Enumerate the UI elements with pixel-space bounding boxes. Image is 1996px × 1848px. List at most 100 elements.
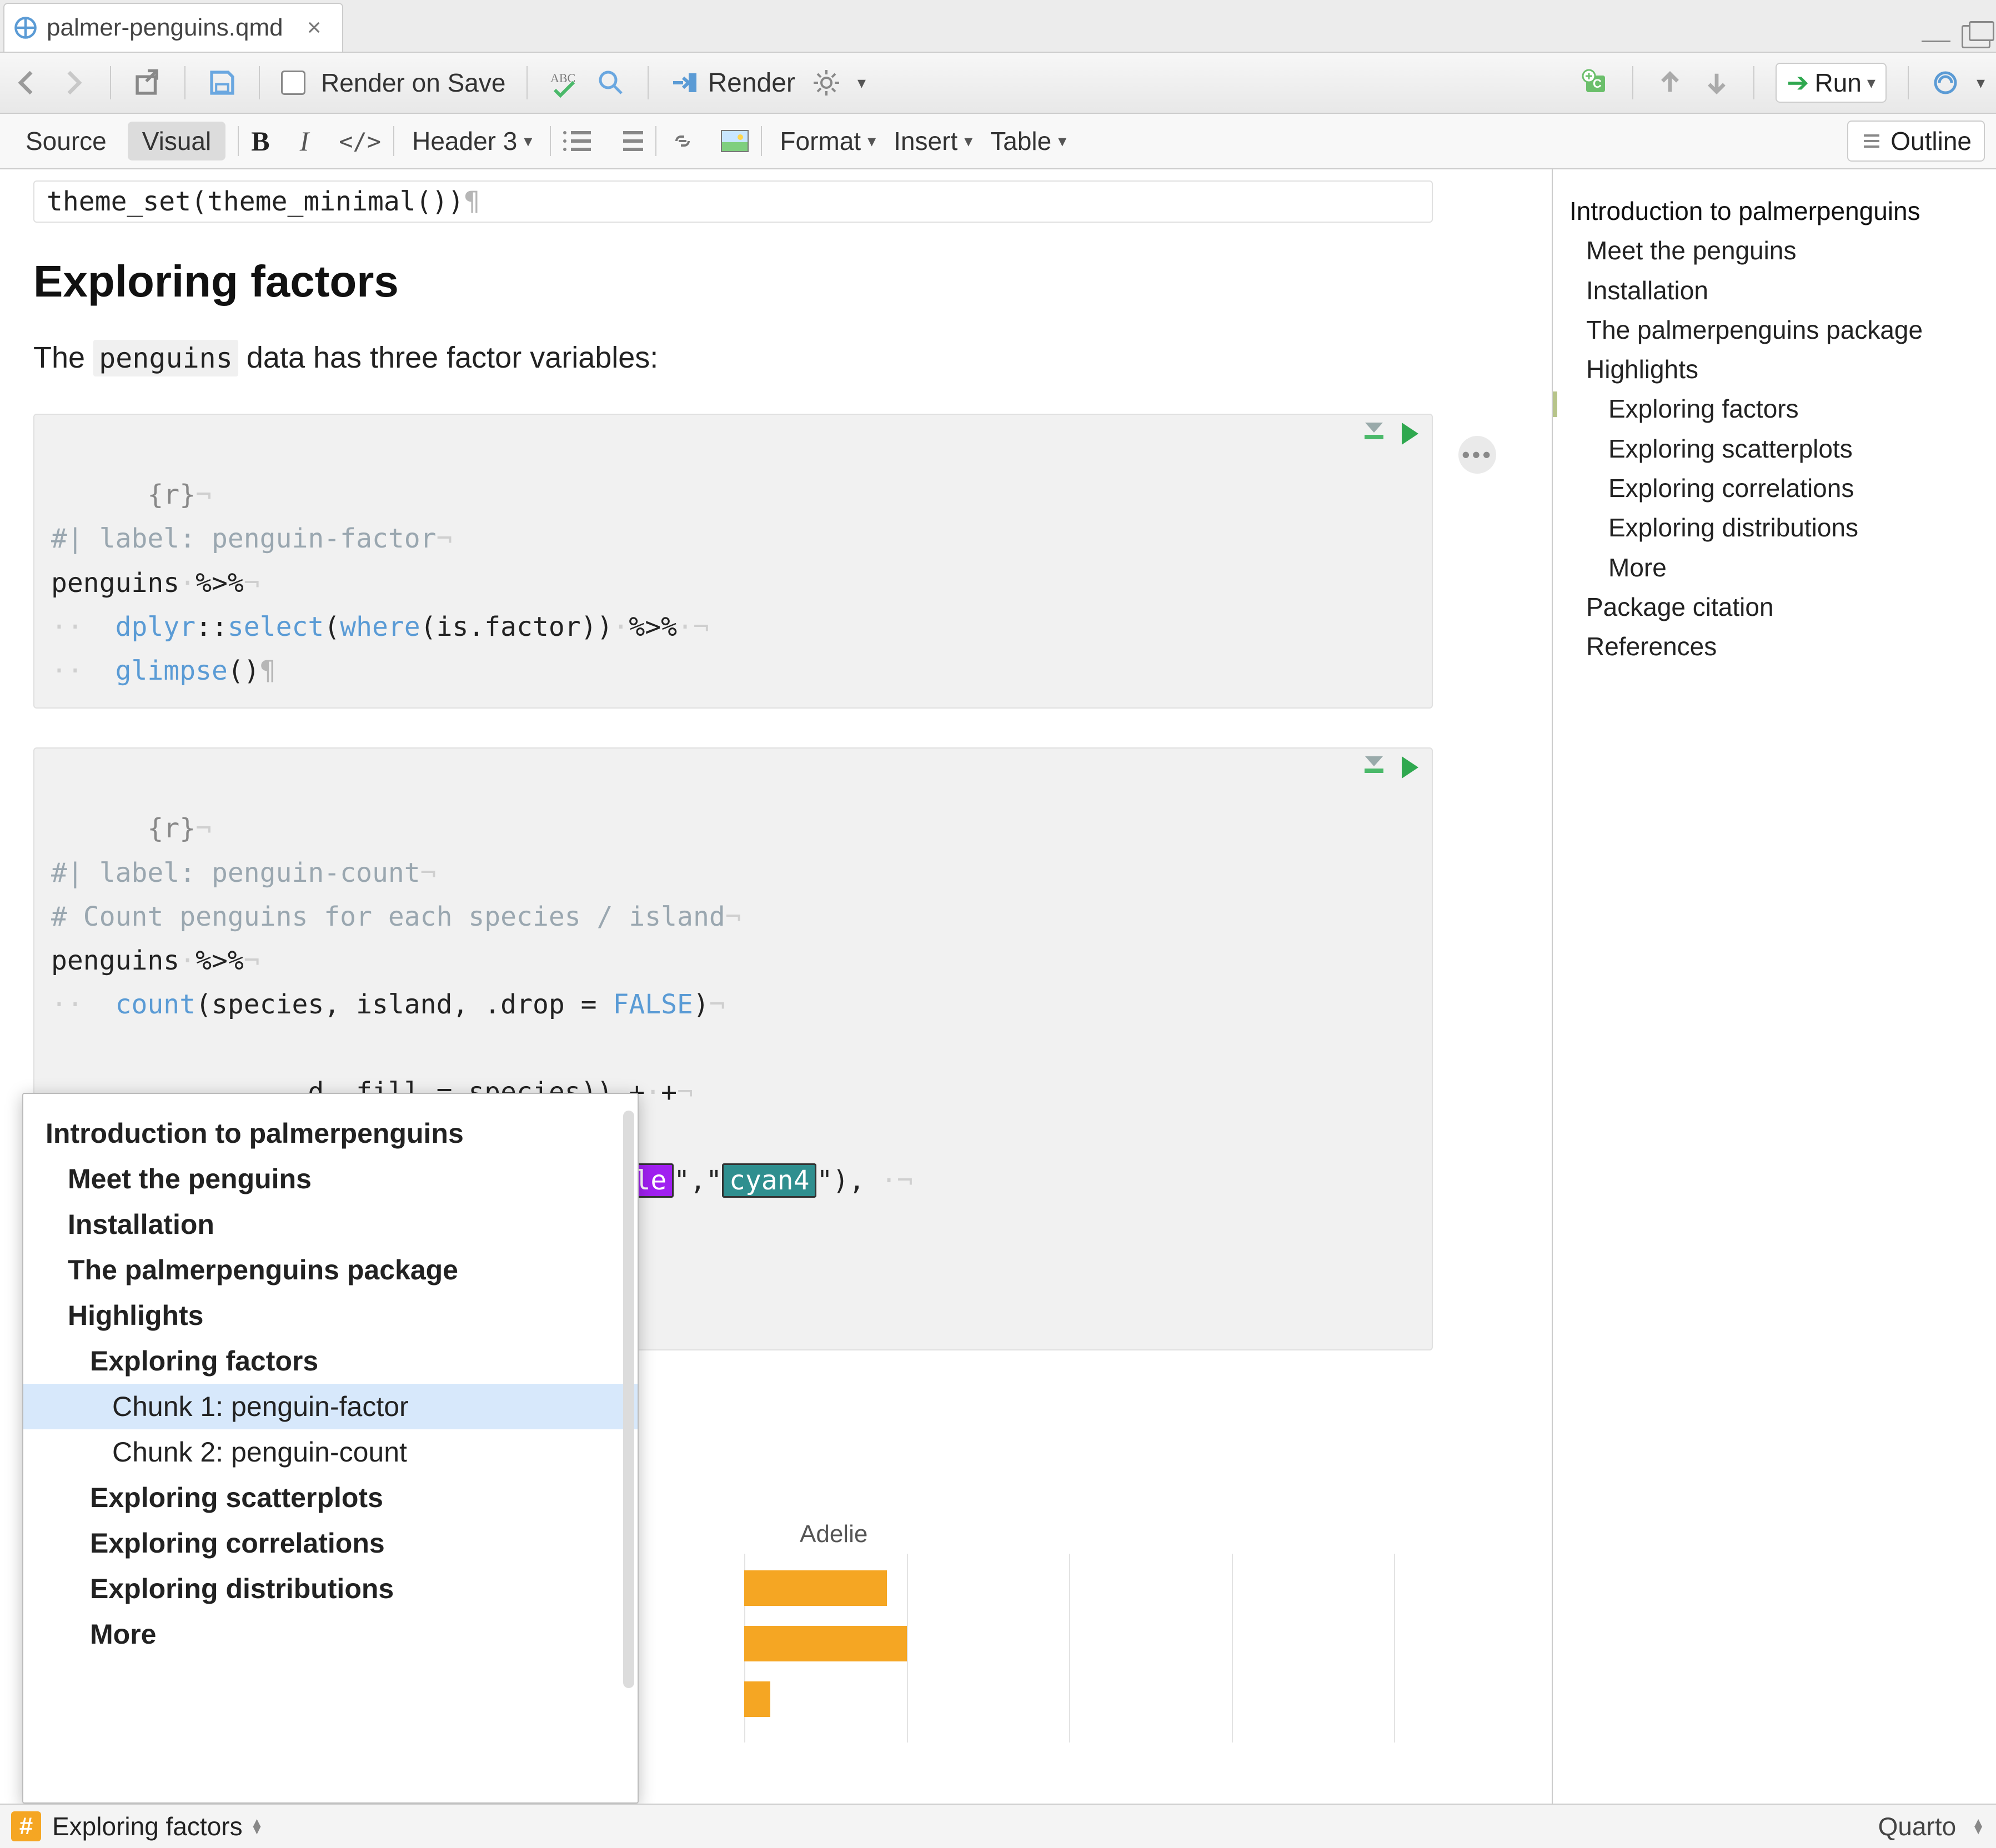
outline-toggle-button[interactable]: Outline bbox=[1847, 120, 1985, 162]
status-engine-label[interactable]: Quarto bbox=[1878, 1811, 1957, 1841]
find-replace-icon[interactable] bbox=[595, 66, 626, 99]
bullet-list-button[interactable] bbox=[563, 129, 591, 153]
code-line: penguins·%>% bbox=[51, 945, 244, 976]
paragraph-mark-icon: ¶ bbox=[464, 186, 480, 217]
table-menu[interactable]: Table▾ bbox=[985, 126, 1072, 156]
outline-item[interactable]: The palmerpenguins package bbox=[1569, 310, 1979, 350]
run-button[interactable]: ➔ Run ▾ bbox=[1776, 63, 1887, 103]
popup-scrollbar[interactable] bbox=[623, 1111, 634, 1688]
run-label: Run bbox=[1814, 68, 1861, 98]
nav-popup-item[interactable]: Meet the penguins bbox=[23, 1156, 638, 1202]
nav-popup-item[interactable]: Installation bbox=[23, 1202, 638, 1247]
run-above-icon[interactable] bbox=[1363, 756, 1385, 779]
render-on-save-checkbox[interactable] bbox=[281, 71, 305, 95]
run-above-icon[interactable] bbox=[1363, 423, 1385, 445]
run-arrow-icon: ➔ bbox=[1787, 67, 1809, 98]
chart-facet-title: Adelie bbox=[800, 1520, 867, 1548]
outline-item[interactable]: Exploring factors bbox=[1569, 389, 1979, 429]
outline-item[interactable]: Installation bbox=[1569, 271, 1979, 310]
save-icon[interactable] bbox=[207, 66, 238, 99]
status-section-nav[interactable]: Exploring factors bbox=[52, 1811, 243, 1841]
chunk-label: #| label: penguin-factor bbox=[51, 523, 437, 554]
outline-pane: Introduction to palmerpenguinsMeet the p… bbox=[1552, 169, 1996, 1804]
code-line: penguins·%>% bbox=[51, 568, 244, 599]
insert-menu[interactable]: Insert▾ bbox=[888, 126, 978, 156]
heading-level-icon[interactable]: # bbox=[11, 1811, 41, 1841]
table-menu-label: Table bbox=[990, 126, 1051, 156]
maximize-pane-icon[interactable] bbox=[1962, 25, 1990, 48]
text: The bbox=[33, 341, 93, 374]
pane-window-controls bbox=[1922, 25, 1990, 48]
back-icon[interactable] bbox=[11, 66, 42, 99]
outline-item[interactable]: References bbox=[1569, 627, 1979, 666]
engine-stepper-icon[interactable]: ▲▼ bbox=[1972, 1819, 1985, 1834]
bold-button[interactable]: B bbox=[251, 125, 269, 157]
outline-item[interactable]: More bbox=[1569, 548, 1979, 587]
nav-popup-item[interactable]: More bbox=[23, 1611, 638, 1657]
code-chunk-penguin-factor[interactable]: {r}¬ #| label: penguin-factor¬ penguins·… bbox=[33, 414, 1433, 709]
go-next-chunk-icon[interactable] bbox=[1701, 66, 1732, 99]
nav-popup-item[interactable]: Exploring distributions bbox=[23, 1566, 638, 1611]
inline-code: penguins bbox=[93, 340, 238, 376]
outline-item[interactable]: Introduction to palmerpenguins bbox=[1569, 192, 1979, 231]
minimize-pane-icon[interactable] bbox=[1922, 41, 1950, 42]
heading-dropdown[interactable]: Header 3▾ bbox=[407, 126, 538, 156]
close-tab-icon[interactable]: × bbox=[303, 17, 325, 39]
outline-item[interactable]: Exploring scatterplots bbox=[1569, 429, 1979, 469]
outline-icon bbox=[1860, 130, 1883, 152]
nav-popup-item[interactable]: Chunk 2: penguin-count bbox=[23, 1429, 638, 1475]
nav-popup-item[interactable]: Exploring factors bbox=[23, 1338, 638, 1384]
run-chunk-icon[interactable] bbox=[1402, 423, 1418, 445]
status-bar: # Exploring factors ▲▼ Quarto ▲▼ bbox=[0, 1804, 1996, 1848]
go-prev-chunk-icon[interactable] bbox=[1654, 66, 1686, 99]
format-menu[interactable]: Format▾ bbox=[774, 126, 881, 156]
outline-item[interactable]: Exploring distributions bbox=[1569, 508, 1979, 548]
chart-bar bbox=[744, 1626, 907, 1661]
source-mode-button[interactable]: Source bbox=[11, 122, 121, 160]
nav-popup-item[interactable]: Highlights bbox=[23, 1293, 638, 1338]
chunk-label: #| label: penguin-count bbox=[51, 857, 420, 888]
publish-caret-icon[interactable]: ▾ bbox=[1977, 73, 1985, 93]
chart-bar bbox=[744, 1681, 770, 1717]
italic-button[interactable]: I bbox=[300, 125, 309, 157]
outline-item[interactable]: Exploring correlations bbox=[1569, 469, 1979, 508]
color-swatch-cyan4: cyan4 bbox=[722, 1163, 817, 1198]
numbered-list-button[interactable] bbox=[615, 129, 643, 153]
link-button[interactable] bbox=[669, 130, 696, 152]
code-button[interactable]: </> bbox=[339, 128, 381, 155]
outline-toggle-label: Outline bbox=[1890, 126, 1972, 156]
render-on-save-label: Render on Save bbox=[321, 68, 505, 98]
section-nav-stepper-icon[interactable]: ▲▼ bbox=[250, 1819, 264, 1834]
run-caret-icon[interactable]: ▾ bbox=[1867, 73, 1875, 93]
visual-mode-button[interactable]: Visual bbox=[128, 122, 225, 160]
comment: # Count penguins for each species / isla… bbox=[51, 901, 725, 932]
code: dplyr bbox=[83, 611, 195, 642]
image-button[interactable] bbox=[721, 130, 749, 152]
inline-code-block[interactable]: theme_set(theme_minimal())¶ bbox=[33, 180, 1433, 223]
text: data has three factor variables: bbox=[238, 341, 658, 374]
heading-dropdown-label: Header 3 bbox=[412, 126, 517, 156]
render-button[interactable]: Render bbox=[670, 68, 795, 98]
editor-pane[interactable]: theme_set(theme_minimal())¶ ••• Explorin… bbox=[0, 169, 1552, 1804]
render-settings-caret-icon[interactable]: ▾ bbox=[857, 73, 866, 93]
popout-icon[interactable] bbox=[132, 66, 163, 99]
outline-item[interactable]: Meet the penguins bbox=[1569, 231, 1979, 270]
nav-popup-item[interactable]: Exploring scatterplots bbox=[23, 1475, 638, 1520]
nav-popup-item[interactable]: The palmerpenguins package bbox=[23, 1247, 638, 1293]
nav-popup-item[interactable]: Introduction to palmerpenguins bbox=[23, 1111, 638, 1156]
paragraph[interactable]: The penguins data has three factor varia… bbox=[33, 340, 1529, 375]
forward-icon[interactable] bbox=[58, 66, 89, 99]
block-options-icon[interactable]: ••• bbox=[1458, 436, 1496, 474]
outline-item[interactable]: Highlights bbox=[1569, 350, 1979, 389]
nav-popup-item[interactable]: Chunk 1: penguin-factor bbox=[23, 1384, 638, 1429]
run-chunk-icon[interactable] bbox=[1402, 756, 1418, 779]
nav-popup-item[interactable]: Exploring correlations bbox=[23, 1520, 638, 1566]
chunk-lang: {r} bbox=[147, 479, 195, 510]
render-settings-icon[interactable] bbox=[811, 66, 842, 99]
spellcheck-icon[interactable]: ABC bbox=[549, 66, 580, 99]
section-heading[interactable]: Exploring factors bbox=[33, 256, 1529, 307]
document-tab[interactable]: palmer-penguins.qmd × bbox=[3, 3, 343, 52]
publish-icon[interactable] bbox=[1930, 66, 1961, 99]
outline-item[interactable]: Package citation bbox=[1569, 587, 1979, 627]
insert-chunk-icon[interactable]: C bbox=[1580, 66, 1611, 99]
